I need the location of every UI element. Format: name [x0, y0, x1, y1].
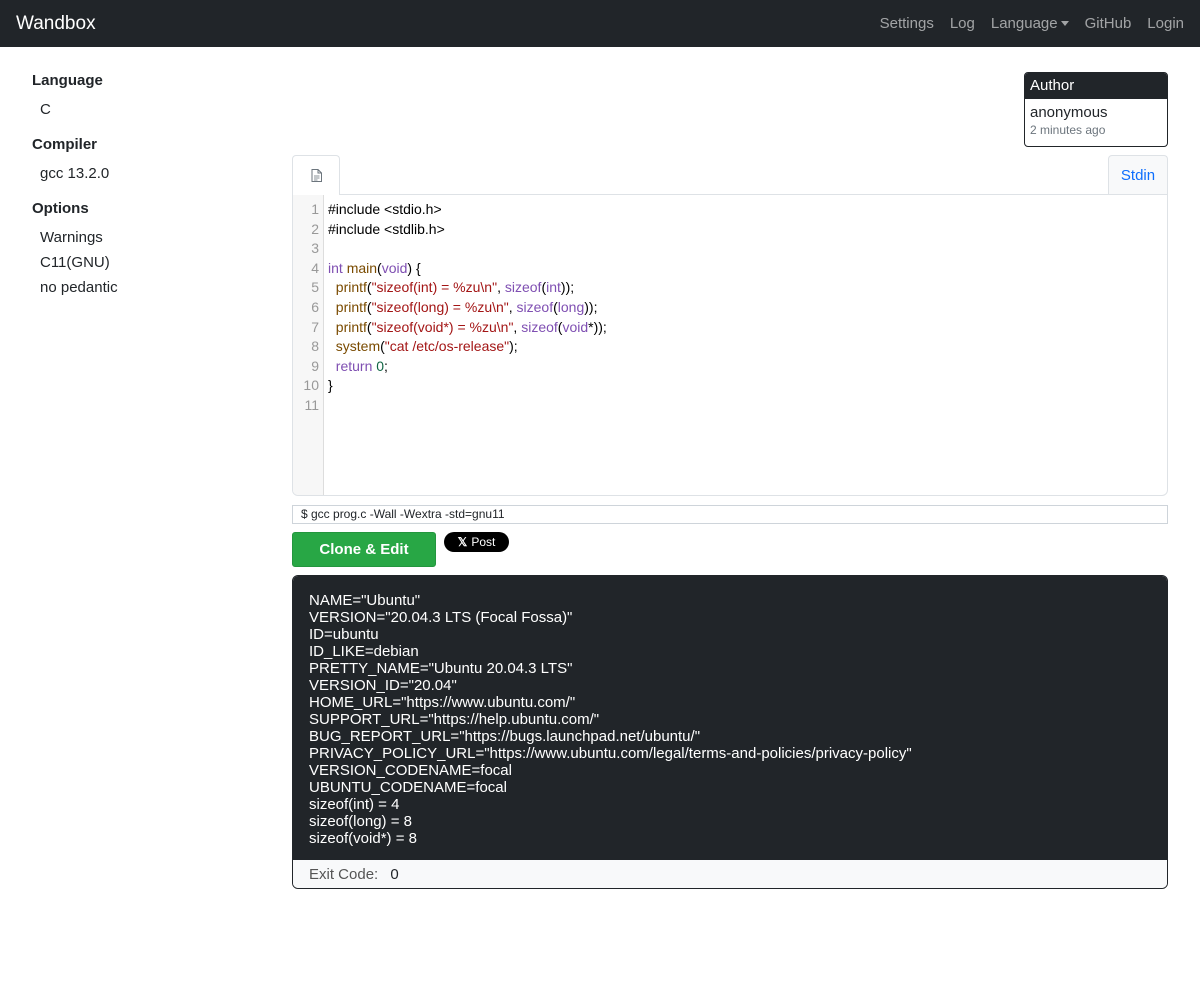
brand-logo[interactable]: Wandbox	[16, 13, 96, 35]
line-number: 8	[311, 338, 319, 355]
output-line: VERSION_CODENAME=focal	[309, 762, 512, 779]
author-timestamp: 2 minutes ago	[1030, 123, 1106, 137]
author-card: Author anonymous 2 minutes ago	[1024, 72, 1168, 147]
editor-panel: Stdin 1 2 3 4 5 6 7 8 9 10 11 #include <…	[292, 155, 1168, 496]
sidebar: Language C Compiler gcc 13.2.0 Options W…	[32, 72, 262, 314]
exit-code-label: Exit Code:	[309, 866, 379, 883]
output-line: VERSION_ID="20.04"	[309, 677, 457, 694]
compile-command-line: $ gcc prog.c -Wall -Wextra -std=gnu11	[292, 505, 1168, 524]
output-line: PRIVACY_POLICY_URL="https://www.ubuntu.c…	[309, 745, 912, 762]
options-heading: Options	[32, 200, 89, 217]
line-number: 3	[311, 240, 319, 257]
line-number: 5	[311, 279, 319, 296]
code-text-area[interactable]: #include <stdio.h> #include <stdlib.h> i…	[328, 200, 1167, 416]
language-value: C	[40, 101, 51, 118]
code-line[interactable]: #include <stdlib.h>	[328, 220, 1167, 240]
output-line: sizeof(int) = 4	[309, 796, 400, 813]
line-number: 7	[311, 318, 319, 335]
language-section: Language C	[32, 72, 262, 122]
line-number: 1	[311, 201, 319, 217]
x-post-button[interactable]: 𝕏 Post	[444, 532, 509, 552]
output-line: VERSION="20.04.3 LTS (Focal Fossa)"	[309, 609, 573, 626]
option-std: C11(GNU)	[40, 254, 110, 271]
output-line: BUG_REPORT_URL="https://bugs.launchpad.n…	[309, 728, 701, 745]
nav-github-link[interactable]: GitHub	[1085, 15, 1132, 32]
line-number: 2	[311, 220, 319, 237]
compiler-section: Compiler gcc 13.2.0	[32, 136, 262, 186]
code-editor[interactable]: 1 2 3 4 5 6 7 8 9 10 11 #include <stdio.…	[292, 194, 1168, 496]
x-logo-icon: 𝕏	[457, 535, 468, 549]
nav-settings-link[interactable]: Settings	[880, 15, 934, 32]
output-line: sizeof(long) = 8	[309, 813, 412, 830]
code-line[interactable]	[328, 239, 1167, 259]
file-icon	[311, 169, 322, 182]
output-line: PRETTY_NAME="Ubuntu 20.04.3 LTS"	[309, 660, 573, 677]
line-number: 4	[311, 259, 319, 276]
code-line[interactable]: #include <stdio.h>	[328, 200, 1167, 220]
output-panel: NAME="Ubuntu" VERSION="20.04.3 LTS (Foca…	[292, 575, 1168, 889]
language-heading: Language	[32, 72, 103, 89]
chevron-down-icon	[1060, 21, 1069, 26]
tab-source-file[interactable]	[292, 155, 340, 195]
option-warnings: Warnings	[40, 229, 103, 246]
nav-login-link[interactable]: Login	[1147, 15, 1184, 32]
code-line[interactable]: printf("sizeof(long) = %zu\n", sizeof(lo…	[328, 298, 1167, 318]
line-number: 6	[311, 298, 319, 315]
code-line[interactable]: system("cat /etc/os-release");	[328, 337, 1167, 357]
nav-language-dropdown[interactable]: Language	[991, 15, 1069, 32]
nav-links: Settings Log Language GitHub Login	[864, 15, 1184, 32]
code-line[interactable]: return 0;	[328, 357, 1167, 377]
exit-code-value: 0	[390, 866, 399, 883]
exit-code-row: Exit Code: 0	[293, 860, 1167, 888]
line-number: 11	[304, 396, 319, 413]
program-output: NAME="Ubuntu" VERSION="20.04.3 LTS (Foca…	[293, 576, 1167, 860]
code-line[interactable]: printf("sizeof(int) = %zu\n", sizeof(int…	[328, 278, 1167, 298]
output-line: SUPPORT_URL="https://help.ubuntu.com/"	[309, 711, 600, 728]
output-line: UBUNTU_CODENAME=focal	[309, 779, 507, 796]
output-line: HOME_URL="https://www.ubuntu.com/"	[309, 694, 576, 711]
x-post-label: Post	[471, 535, 496, 549]
option-pedantic: no pedantic	[40, 279, 118, 296]
tab-stdin[interactable]: Stdin	[1108, 155, 1168, 194]
clone-edit-button[interactable]: Clone & Edit	[292, 532, 436, 567]
output-line: ID_LIKE=debian	[309, 643, 419, 660]
output-line: ID=ubuntu	[309, 626, 379, 643]
options-section: Options Warnings C11(GNU) no pedantic	[32, 200, 262, 300]
compiler-heading: Compiler	[32, 136, 98, 153]
author-name: anonymous	[1030, 104, 1108, 121]
code-line[interactable]	[328, 396, 1167, 416]
top-navbar: Wandbox Settings Log Language GitHub Log…	[0, 0, 1200, 47]
output-line: sizeof(void*) = 8	[309, 830, 417, 847]
compiler-value: gcc 13.2.0	[40, 165, 110, 182]
line-number: 10	[303, 377, 319, 394]
nav-language-label: Language	[990, 15, 1058, 32]
code-line[interactable]: }	[328, 376, 1167, 396]
nav-log-link[interactable]: Log	[950, 15, 975, 32]
line-number-gutter: 1 2 3 4 5 6 7 8 9 10 11	[293, 195, 324, 495]
output-line: NAME="Ubuntu"	[309, 592, 421, 609]
author-heading: Author	[1025, 73, 1167, 99]
code-line[interactable]: printf("sizeof(void*) = %zu\n", sizeof(v…	[328, 318, 1167, 338]
code-line[interactable]: int main(void) {	[328, 259, 1167, 279]
line-number: 9	[311, 357, 319, 374]
